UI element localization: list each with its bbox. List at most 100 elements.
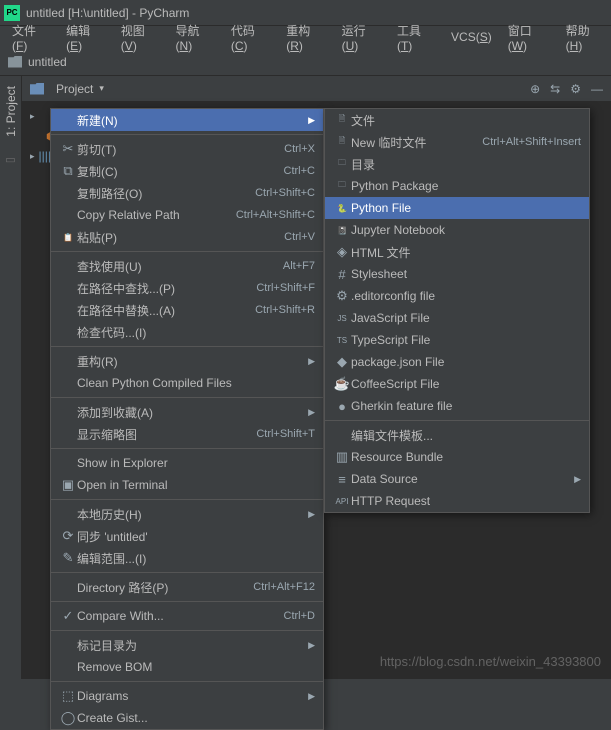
submenu-item[interactable]: JSJavaScript File xyxy=(325,307,589,329)
submenu-item[interactable]: 🗎文件 xyxy=(325,109,589,131)
chevron-right-icon: ▶ xyxy=(308,407,315,418)
menu-item[interactable]: VCS(S) xyxy=(445,28,498,46)
chevron-right-icon: ▶ xyxy=(308,115,315,126)
menu-item-label: 复制路径(O) xyxy=(77,185,255,202)
submenu-item[interactable]: ≡Data Source▶ xyxy=(325,468,589,490)
separator xyxy=(51,681,323,682)
submenu-item[interactable]: TSTypeScript File xyxy=(325,329,589,351)
menu-item-icon: ⬚ xyxy=(59,688,77,704)
menu-item-label: New 临时文件 xyxy=(351,134,482,151)
context-menu-item[interactable]: ✂剪切(T)Ctrl+X xyxy=(51,138,323,160)
submenu-item[interactable]: ●Gherkin feature file xyxy=(325,395,589,417)
context-menu-item[interactable]: ⟳同步 'untitled' xyxy=(51,525,323,547)
context-menu-item[interactable]: 在路径中查找...(P)Ctrl+Shift+F xyxy=(51,277,323,299)
chevron-right-icon: ▶ xyxy=(308,691,315,702)
project-dropdown-label[interactable]: Project xyxy=(56,82,93,96)
menu-item-label: Create Gist... xyxy=(77,711,315,725)
menu-item[interactable]: 工具(T) xyxy=(391,20,441,55)
context-menu-item[interactable]: 添加到收藏(A)▶ xyxy=(51,401,323,423)
folder-icon xyxy=(8,56,22,68)
breadcrumb-label[interactable]: untitled xyxy=(28,55,67,69)
submenu-item[interactable]: 🗀目录 xyxy=(325,153,589,175)
submenu-item[interactable]: ◈HTML 文件 xyxy=(325,241,589,263)
menu-item-icon: API xyxy=(333,497,351,506)
menu-item-label: 目录 xyxy=(351,156,581,173)
menu-item[interactable]: 帮助(H) xyxy=(560,20,611,55)
context-menu-item[interactable]: 复制路径(O)Ctrl+Shift+C xyxy=(51,182,323,204)
context-menu-item[interactable]: 新建(N) ▶ xyxy=(51,109,323,131)
context-menu-item[interactable]: Copy Relative PathCtrl+Alt+Shift+C xyxy=(51,204,323,226)
context-menu-item[interactable]: Clean Python Compiled Files xyxy=(51,372,323,394)
new-submenu: 🗎文件🗎New 临时文件Ctrl+Alt+Shift+Insert🗀目录🗀Pyt… xyxy=(324,108,590,513)
menu-item[interactable]: 重构(R) xyxy=(280,20,331,55)
separator xyxy=(51,251,323,252)
sidebar-tab-project[interactable]: 1: Project xyxy=(2,80,20,143)
submenu-item[interactable]: #Stylesheet xyxy=(325,263,589,285)
chevron-down-icon[interactable]: ▾ xyxy=(99,83,104,94)
menu-item-label: Show in Explorer xyxy=(77,456,315,470)
menu-item-icon: ⚙ xyxy=(333,288,351,304)
context-menu-item[interactable]: ⬚Diagrams▶ xyxy=(51,685,323,707)
collapse-icon[interactable]: ⇆ xyxy=(550,82,560,96)
submenu-item[interactable]: ▥Resource Bundle xyxy=(325,446,589,468)
separator xyxy=(51,397,323,398)
menu-item-label: Resource Bundle xyxy=(351,450,581,464)
context-menu-item[interactable]: ✓Compare With...Ctrl+D xyxy=(51,605,323,627)
submenu-item[interactable]: ⚙.editorconfig file xyxy=(325,285,589,307)
menu-item-label: 重构(R) xyxy=(77,353,304,370)
context-menu-item[interactable]: 检查代码...(I) xyxy=(51,321,323,343)
menu-item-label: Python File xyxy=(351,201,581,215)
context-menu-item[interactable]: ⧉复制(C)Ctrl+C xyxy=(51,160,323,182)
context-menu-item[interactable]: Directory 路径(P)Ctrl+Alt+F12 xyxy=(51,576,323,598)
context-menu-item[interactable]: 显示缩略图Ctrl+Shift+T xyxy=(51,423,323,445)
menu-item-label: 同步 'untitled' xyxy=(77,528,315,545)
menu-item[interactable]: 运行(U) xyxy=(336,20,387,55)
menu-item-label: Gherkin feature file xyxy=(351,399,581,413)
menu-item-icon: ✎ xyxy=(59,550,77,566)
menu-item-label: Copy Relative Path xyxy=(77,208,236,222)
submenu-item[interactable]: 编辑文件模板... xyxy=(325,424,589,446)
context-menu-item[interactable]: 📋粘贴(P)Ctrl+V xyxy=(51,226,323,248)
submenu-item[interactable]: 🗀Python Package xyxy=(325,175,589,197)
structure-icon[interactable]: ▭ xyxy=(5,153,15,166)
context-menu-item[interactable]: 重构(R)▶ xyxy=(51,350,323,372)
menu-item-label: .editorconfig file xyxy=(351,289,581,303)
menu-item[interactable]: 窗口(W) xyxy=(502,20,556,55)
menu-item-icon: ◯ xyxy=(59,710,77,726)
context-menu-item[interactable]: ✎编辑范围...(I) xyxy=(51,547,323,569)
menu-item-icon: JS xyxy=(333,314,351,323)
menu-item-shortcut: Ctrl+Shift+R xyxy=(255,304,315,316)
context-menu-item[interactable]: Remove BOM xyxy=(51,656,323,678)
context-menu-item[interactable]: ▣Open in Terminal xyxy=(51,474,323,496)
context-menu-item[interactable]: Show in Explorer xyxy=(51,452,323,474)
locate-icon[interactable]: ⊕ xyxy=(530,82,540,96)
context-menu-item[interactable]: 标记目录为▶ xyxy=(51,634,323,656)
submenu-item[interactable]: APIHTTP Request xyxy=(325,490,589,512)
menu-item[interactable]: 代码(C) xyxy=(225,20,276,55)
menu-item-shortcut: Ctrl+C xyxy=(284,165,315,177)
menu-item-label: 新建(N) xyxy=(77,112,304,129)
menu-item-icon: ☕ xyxy=(333,376,351,392)
context-menu-item[interactable]: 本地历史(H)▶ xyxy=(51,503,323,525)
submenu-item[interactable]: ☕CoffeeScript File xyxy=(325,373,589,395)
menu-item[interactable]: 文件(F) xyxy=(6,20,56,55)
menu-item-shortcut: Ctrl+V xyxy=(284,231,315,243)
submenu-item[interactable]: 🗎New 临时文件Ctrl+Alt+Shift+Insert xyxy=(325,131,589,153)
menu-item[interactable]: 导航(N) xyxy=(170,20,221,55)
menu-item-icon: 📋 xyxy=(59,233,77,242)
menu-item-icon: 🐍 xyxy=(333,204,351,213)
context-menu-item[interactable]: 在路径中替换...(A)Ctrl+Shift+R xyxy=(51,299,323,321)
menu-item-label: 复制(C) xyxy=(77,163,284,180)
menu-item[interactable]: 视图(V) xyxy=(115,20,166,55)
menu-item-shortcut: Ctrl+Shift+F xyxy=(256,282,315,294)
submenu-item[interactable]: ◆package.json File xyxy=(325,351,589,373)
context-menu-item[interactable]: 查找使用(U)Alt+F7 xyxy=(51,255,323,277)
submenu-item[interactable]: 🐍Python File xyxy=(325,197,589,219)
hide-icon[interactable]: — xyxy=(591,82,603,96)
menu-item[interactable]: 编辑(E) xyxy=(60,20,111,55)
menu-item-icon: 🗀 xyxy=(333,179,351,193)
gear-icon[interactable]: ⚙ xyxy=(570,82,581,96)
submenu-item[interactable]: 📓Jupyter Notebook xyxy=(325,219,589,241)
context-menu-item[interactable]: ◯Create Gist... xyxy=(51,707,323,729)
separator xyxy=(51,601,323,602)
